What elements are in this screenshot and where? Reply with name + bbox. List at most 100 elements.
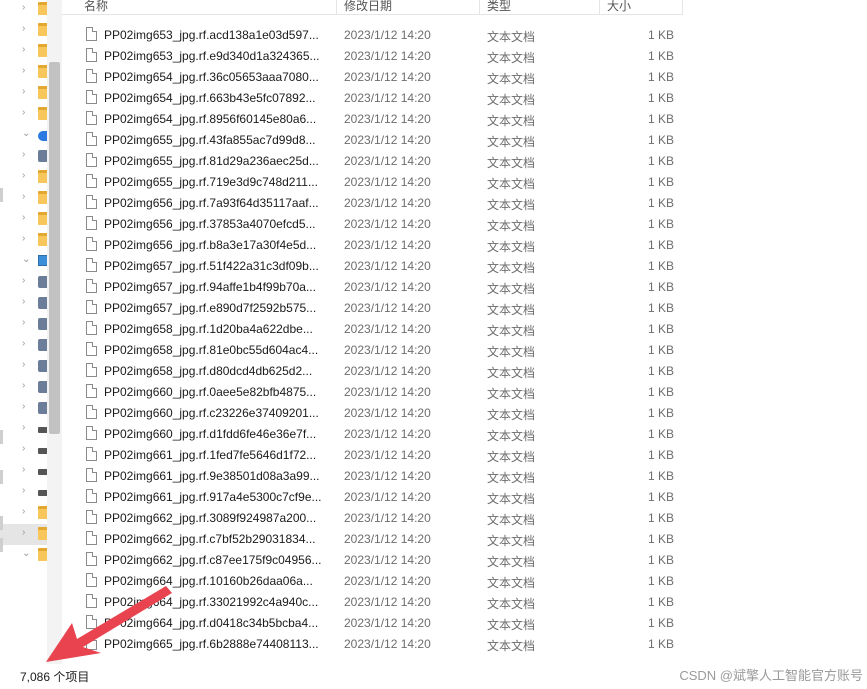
column-divider[interactable] <box>599 0 600 14</box>
column-header-modified[interactable]: 修改日期 <box>344 0 392 14</box>
chevron-down-icon[interactable]: ⌄ <box>22 128 30 139</box>
nav-item[interactable]: › <box>0 0 47 20</box>
file-row[interactable]: PP02img661_jpg.rf.1fed7fe5646d1f72... 202… <box>62 444 683 465</box>
file-row[interactable]: PP02img660_jpg.rf.c23226e37409201... 2023… <box>62 402 683 423</box>
column-divider[interactable] <box>336 0 337 14</box>
chevron-right-icon[interactable]: › <box>22 422 25 433</box>
nav-item[interactable]: › <box>0 440 47 461</box>
nav-item[interactable]: › <box>0 209 47 230</box>
nav-item[interactable]: › <box>0 62 47 83</box>
file-row[interactable]: PP02img653_jpg.rf.acd138a1e03d597... 2023… <box>62 24 683 45</box>
nav-item[interactable]: ⌄ <box>0 125 47 146</box>
nav-item[interactable]: › <box>0 398 47 419</box>
chevron-right-icon[interactable]: › <box>22 485 25 496</box>
nav-item[interactable]: › <box>0 419 47 440</box>
file-type: 文本文档 <box>487 492 536 506</box>
nav-item[interactable]: › <box>0 524 47 545</box>
file-row[interactable]: PP02img660_jpg.rf.0aee5e82bfb4875... 2023… <box>62 381 683 402</box>
chevron-right-icon[interactable]: › <box>22 464 25 475</box>
nav-item[interactable]: › <box>0 146 47 167</box>
chevron-right-icon[interactable]: › <box>22 275 25 286</box>
nav-item[interactable]: ⌄ <box>0 251 47 272</box>
nav-item[interactable]: › <box>0 41 47 62</box>
text-file-icon <box>86 237 97 251</box>
chevron-right-icon[interactable]: › <box>22 107 25 118</box>
chevron-right-icon[interactable]: › <box>22 65 25 76</box>
file-row[interactable]: PP02img655_jpg.rf.719e3d9c748d211... 2023… <box>62 171 683 192</box>
chevron-right-icon[interactable]: › <box>22 86 25 97</box>
nav-item[interactable]: › <box>0 293 47 314</box>
nav-item[interactable]: › <box>0 377 47 398</box>
file-row[interactable]: PP02img655_jpg.rf.81d29a236aec25d... 2023… <box>62 150 683 171</box>
nav-item[interactable]: › <box>0 188 47 209</box>
text-file-icon <box>86 111 97 125</box>
column-divider[interactable] <box>682 0 683 14</box>
file-row[interactable]: PP02img656_jpg.rf.37853a4070efcd5... 2023… <box>62 213 683 234</box>
nav-item[interactable]: › <box>0 482 47 503</box>
file-row[interactable]: PP02img661_jpg.rf.9e38501d08a3a99... 2023… <box>62 465 683 486</box>
nav-scrollbar-thumb[interactable] <box>49 62 60 434</box>
file-row[interactable]: PP02img654_jpg.rf.663b43e5fc07892... 2023… <box>62 87 683 108</box>
chevron-right-icon[interactable]: › <box>22 149 25 160</box>
chevron-right-icon[interactable]: › <box>22 233 25 244</box>
file-row[interactable]: PP02img657_jpg.rf.e890d7f2592b575... 2023… <box>62 297 683 318</box>
chevron-right-icon[interactable]: › <box>22 191 25 202</box>
chevron-right-icon[interactable]: › <box>22 506 25 517</box>
column-divider[interactable] <box>479 0 480 14</box>
column-header-type[interactable]: 类型 <box>487 0 511 14</box>
nav-item[interactable]: › <box>0 167 47 188</box>
chevron-right-icon[interactable]: › <box>22 359 25 370</box>
column-header-size[interactable]: 大小 <box>607 0 631 14</box>
file-row[interactable]: PP02img656_jpg.rf.7a93f64d35117aaf... 202… <box>62 192 683 213</box>
nav-item[interactable]: › <box>0 104 47 125</box>
nav-item[interactable]: › <box>0 20 47 41</box>
chevron-right-icon[interactable]: › <box>22 44 25 55</box>
file-row[interactable]: PP02img661_jpg.rf.917a4e5300c7cf9e... 202… <box>62 486 683 507</box>
file-date: 2023/1/12 14:20 <box>344 322 431 336</box>
file-row[interactable]: PP02img664_jpg.rf.d0418c34b5bcba4... 2023… <box>62 612 683 633</box>
file-row[interactable]: PP02img653_jpg.rf.e9d340d1a324365... 2023… <box>62 45 683 66</box>
chevron-right-icon[interactable]: › <box>22 443 25 454</box>
nav-item[interactable]: › <box>0 503 47 524</box>
nav-item[interactable]: › <box>0 230 47 251</box>
file-name: PP02img664_jpg.rf.33021992c4a940c... <box>104 595 319 609</box>
chevron-right-icon[interactable]: › <box>22 338 25 349</box>
chevron-down-icon[interactable]: ⌄ <box>22 548 30 559</box>
file-row[interactable]: PP02img662_jpg.rf.c87ee175f9c04956... 202… <box>62 549 683 570</box>
nav-item[interactable]: › <box>0 83 47 104</box>
file-row[interactable]: PP02img654_jpg.rf.36c05653aaa7080... 2023… <box>62 66 683 87</box>
file-row[interactable]: PP02img662_jpg.rf.3089f924987a200... 2023… <box>62 507 683 528</box>
chevron-right-icon[interactable]: › <box>22 401 25 412</box>
file-row[interactable]: PP02img657_jpg.rf.51f422a31c3df09b... 202… <box>62 255 683 276</box>
nav-item[interactable]: ⌄ <box>0 545 47 566</box>
file-row[interactable]: PP02img657_jpg.rf.94affe1b4f99b70a... 202… <box>62 276 683 297</box>
file-row[interactable]: PP02img664_jpg.rf.10160b26daa06a... 2023/… <box>62 570 683 591</box>
nav-item[interactable]: › <box>0 335 47 356</box>
chevron-right-icon[interactable]: › <box>22 23 25 34</box>
chevron-right-icon[interactable]: › <box>22 296 25 307</box>
text-file-icon <box>86 405 97 419</box>
file-row[interactable]: PP02img662_jpg.rf.c7bf52b29031834... 2023… <box>62 528 683 549</box>
chevron-right-icon[interactable]: › <box>22 170 25 181</box>
chevron-right-icon[interactable]: › <box>22 380 25 391</box>
file-type: 文本文档 <box>487 639 536 653</box>
file-row[interactable]: PP02img660_jpg.rf.d1fdd6fe46e36e7f... 202… <box>62 423 683 444</box>
chevron-right-icon[interactable]: › <box>22 212 25 223</box>
file-row[interactable]: PP02img664_jpg.rf.33021992c4a940c... 2023… <box>62 591 683 612</box>
file-row[interactable]: PP02img658_jpg.rf.81e0bc55d604ac4... 2023… <box>62 339 683 360</box>
nav-item[interactable]: › <box>0 461 47 482</box>
nav-item[interactable]: › <box>0 314 47 335</box>
file-row[interactable]: PP02img658_jpg.rf.1d20ba4a622dbe... 2023/… <box>62 318 683 339</box>
file-row[interactable]: PP02img654_jpg.rf.8956f60145e80a6... 2023… <box>62 108 683 129</box>
chevron-down-icon[interactable]: ⌄ <box>22 254 30 265</box>
chevron-right-icon[interactable]: › <box>22 2 25 13</box>
file-row[interactable]: PP02img665_jpg.rf.6b2888e74408113... 2023… <box>62 633 683 654</box>
file-row[interactable]: PP02img655_jpg.rf.43fa855ac7d99d8... 2023… <box>62 129 683 150</box>
file-row[interactable]: PP02img658_jpg.rf.d80dcd4db625d2... 2023/… <box>62 360 683 381</box>
column-header-name[interactable]: 名称 <box>84 0 108 14</box>
nav-item[interactable]: › <box>0 356 47 377</box>
chevron-right-icon[interactable]: › <box>22 527 25 538</box>
chevron-right-icon[interactable]: › <box>22 317 25 328</box>
file-row[interactable]: PP02img656_jpg.rf.b8a3e17a30f4e5d... 2023… <box>62 234 683 255</box>
nav-item[interactable]: › <box>0 272 47 293</box>
